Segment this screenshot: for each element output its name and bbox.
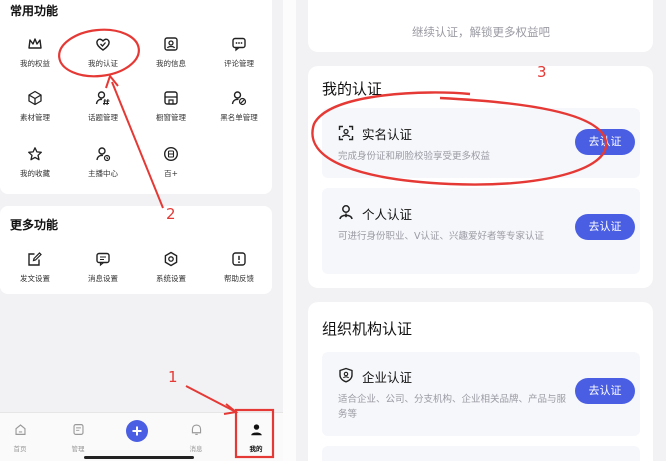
annotation-arrow-2 xyxy=(111,81,164,209)
annotation-arrow-1 xyxy=(185,385,237,413)
annotation-box-me-tab xyxy=(234,408,275,459)
annotation-overlay xyxy=(58,28,608,459)
annotation-number-1: 1 xyxy=(168,368,178,386)
annotation-circle-real-name xyxy=(311,91,608,186)
annotation-number-3: 3 xyxy=(537,63,547,81)
annotation-number-2: 2 xyxy=(166,205,176,223)
annotation-circle-my-certification xyxy=(58,28,140,78)
